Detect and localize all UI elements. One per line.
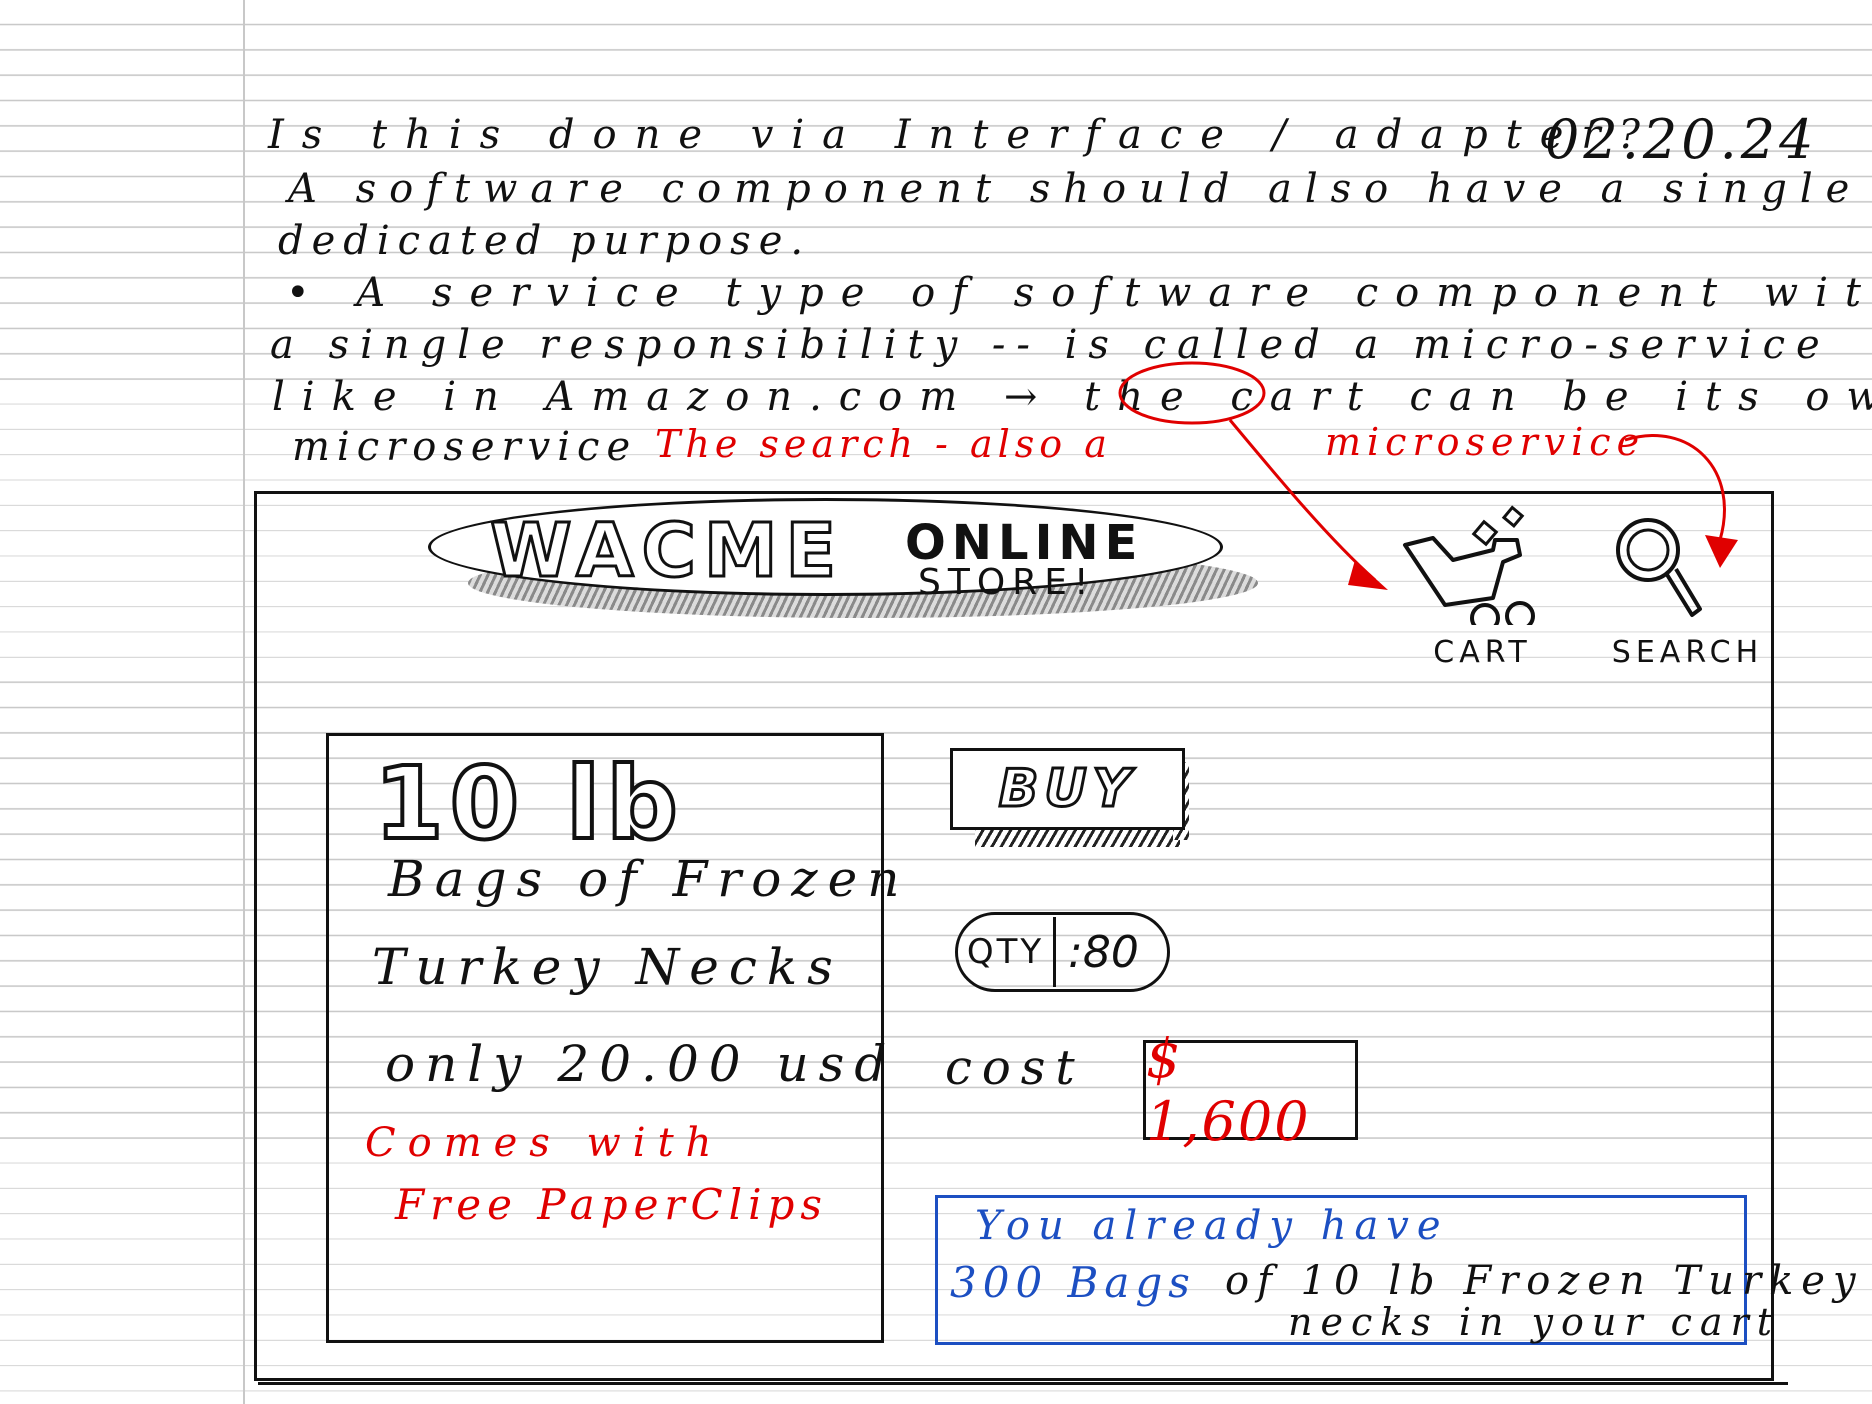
wireframe-bottom-line [258, 1382, 1788, 1385]
note-line-6: like in Amazon.com → the cart can be its… [272, 374, 1872, 420]
quantity-label: QTY [958, 917, 1056, 987]
cost-box: $ 1,600 [1143, 1027, 1358, 1153]
logo-brand-name: WACME [488, 507, 845, 596]
red-microservice-note: microservice [1325, 420, 1646, 464]
buy-button[interactable]: BUY [950, 748, 1185, 830]
note-line-3: dedicated purpose. [278, 218, 812, 264]
promo-line-1: Comes with [365, 1120, 724, 1166]
note-line-7: microservice [292, 424, 638, 470]
search-label: SEARCH [1611, 635, 1764, 670]
red-search-note: The search - also a [655, 422, 1112, 466]
buy-button-label: BUY [997, 758, 1137, 821]
promo-line-2: Free PaperClips [395, 1180, 828, 1229]
logo-store-text: STORE! [918, 562, 1096, 603]
quantity-field[interactable]: QTY :80 [955, 912, 1170, 992]
cart-icon [1403, 505, 1535, 633]
cart-note-line-2: of 10 lb Frozen Turkey [1225, 1258, 1864, 1304]
note-line-4: • A service type of software component w… [286, 270, 1872, 316]
cost-value: $ 1,600 [1146, 1027, 1311, 1153]
product-weight: 10 lb [372, 743, 684, 864]
cart-note-line-3: necks in your cart [1288, 1300, 1780, 1344]
note-line-2: A software component should also have a … [288, 166, 1863, 212]
quantity-value[interactable]: :80 [1056, 927, 1167, 978]
search-icon [1616, 518, 1702, 617]
cart-label: CART [1433, 635, 1532, 670]
cart-note-line-1: You already have [975, 1203, 1449, 1249]
search-button[interactable]: SEARCH [1600, 515, 1775, 670]
cart-button[interactable]: CART [1395, 500, 1570, 670]
note-date: 02.20.24 [1545, 108, 1818, 171]
notebook-margin-line [243, 0, 245, 1404]
product-price: only 20.00 usd [385, 1035, 897, 1093]
note-line-1: Is this done via Interface / adapter? [268, 112, 1658, 158]
product-name-line-1: Bags of Frozen [388, 850, 910, 908]
cost-label: cost [945, 1040, 1085, 1096]
product-name-line-2: Turkey Necks [372, 938, 843, 996]
cart-note-count: 300 Bags [950, 1258, 1196, 1307]
note-line-5: a single responsibility -- is called a m… [270, 322, 1831, 368]
